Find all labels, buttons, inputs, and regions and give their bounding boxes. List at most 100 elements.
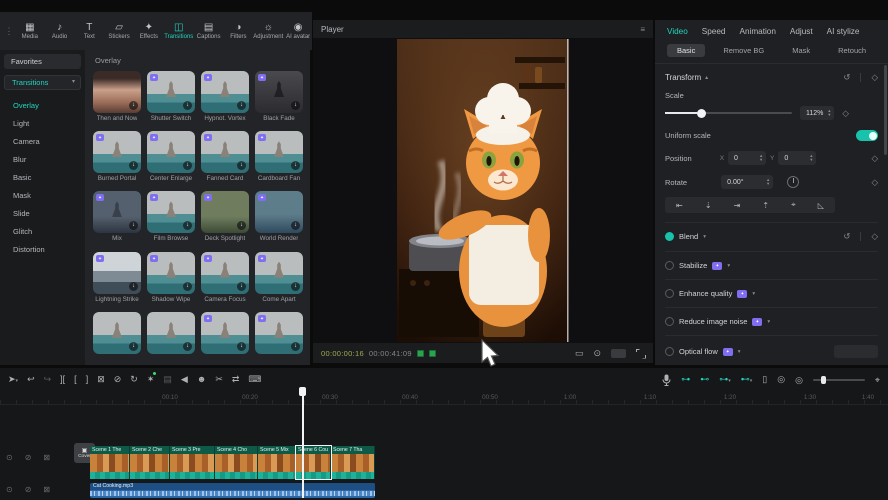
- timeline-tool-icon[interactable]: ▤: [163, 374, 172, 386]
- chevron-down-icon[interactable]: ▾: [738, 349, 741, 355]
- sidebar-item[interactable]: Camera: [4, 132, 81, 150]
- marker-icon[interactable]: [429, 350, 436, 357]
- transition-item[interactable]: ✦ ↓ Camera Focus: [201, 252, 249, 307]
- blend-enabled-icon[interactable]: [665, 232, 674, 241]
- timeline-zoom-slider[interactable]: [813, 379, 865, 381]
- keyframe-add-icon[interactable]: ◎: [795, 375, 803, 385]
- video-clip[interactable]: Scene 5 Mix: [258, 446, 296, 479]
- topbar-item[interactable]: ▦ Media: [16, 22, 44, 40]
- sidebar-item[interactable]: Basic: [4, 168, 81, 186]
- inspector-tab[interactable]: Speed: [702, 27, 726, 36]
- rotate-value-box[interactable]: 0.00° ▲▼: [721, 175, 773, 189]
- inspector-subtab[interactable]: Mask: [782, 44, 820, 57]
- keyframe-icon[interactable]: ◇: [871, 153, 878, 164]
- player-stage[interactable]: [313, 38, 653, 343]
- transition-thumbnail[interactable]: ✦ ↓: [147, 191, 195, 233]
- align-icon[interactable]: ⇣: [705, 201, 712, 210]
- video-clip[interactable]: Scene 4 Cho: [215, 446, 258, 479]
- download-icon[interactable]: ↓: [183, 342, 192, 351]
- mute-track-icon[interactable]: ⊘: [25, 453, 32, 462]
- checkbox[interactable]: [665, 289, 674, 298]
- checkbox[interactable]: [665, 347, 674, 356]
- player-menu-icon[interactable]: ≡: [640, 25, 645, 34]
- scale-slider-knob[interactable]: [697, 109, 706, 118]
- keyframe-icon[interactable]: ◇: [842, 108, 849, 119]
- chevron-down-icon[interactable]: ▾: [767, 319, 770, 325]
- download-icon[interactable]: ↓: [291, 221, 300, 230]
- transition-thumbnail[interactable]: ✦ ↓: [93, 312, 141, 354]
- video-clip[interactable]: Scene 3 Pre: [170, 446, 215, 479]
- transition-thumbnail[interactable]: ✦ ↓: [93, 191, 141, 233]
- timeline-tool-icon[interactable]: ][: [60, 374, 65, 386]
- scale-slider[interactable]: [665, 112, 792, 114]
- transition-item[interactable]: ✦ ↓ Then and Now: [93, 71, 141, 126]
- timeline-toggle-icon[interactable]: ◎: [777, 374, 785, 386]
- align-icon[interactable]: ⇥: [734, 201, 741, 210]
- timeline-toggle-icon[interactable]: ⊶: [681, 374, 690, 386]
- download-icon[interactable]: ↓: [237, 161, 246, 170]
- transition-thumbnail[interactable]: ✦ ↓: [201, 312, 249, 354]
- position-y-box[interactable]: 0 ▲▼: [778, 151, 816, 165]
- inspector-toggle-row[interactable]: Optical flow ✦ ▾: [665, 335, 878, 358]
- transition-thumbnail[interactable]: ✦ ↓: [255, 252, 303, 294]
- inspector-tab[interactable]: Adjust: [790, 27, 813, 36]
- position-x-box[interactable]: 0 ▲▼: [728, 151, 766, 165]
- download-icon[interactable]: ↓: [129, 221, 138, 230]
- app-menu-icon[interactable]: ⋮: [4, 26, 14, 37]
- download-icon[interactable]: ↓: [129, 282, 138, 291]
- sidebar-item[interactable]: Blur: [4, 150, 81, 168]
- timeline-tool-icon[interactable]: ✂: [215, 374, 223, 386]
- transition-item[interactable]: ✦ ↓: [201, 312, 249, 365]
- focus-icon[interactable]: ⊙: [593, 348, 601, 359]
- topbar-item[interactable]: ☼ Adjustment: [254, 22, 282, 40]
- transition-item[interactable]: ✦ ↓: [255, 312, 303, 365]
- blend-section[interactable]: Blend ▾ ↺ ◇: [665, 222, 878, 242]
- transition-thumbnail[interactable]: ✦ ↓: [255, 71, 303, 113]
- timeline-tool-icon[interactable]: ⇄: [232, 374, 240, 386]
- transition-item[interactable]: ✦ ↓ Shadow Wipe: [147, 252, 195, 307]
- timeline-tool-icon[interactable]: ⊘: [114, 374, 122, 386]
- sidebar-item[interactable]: Distortion: [4, 240, 81, 258]
- chevron-down-icon[interactable]: ▾: [703, 234, 706, 240]
- inspector-subtab[interactable]: Basic: [667, 44, 705, 57]
- transition-item[interactable]: ✦ ↓: [93, 312, 141, 365]
- scrollbar[interactable]: [884, 65, 887, 155]
- transition-thumbnail[interactable]: ✦ ↓: [93, 131, 141, 173]
- align-icon[interactable]: ⇤: [676, 201, 683, 210]
- topbar-item[interactable]: ▱ Stickers: [105, 22, 133, 40]
- align-icon[interactable]: ⇡: [762, 201, 769, 210]
- sidebar-item[interactable]: Overlay: [4, 96, 81, 114]
- mute-track-icon[interactable]: ⊘: [25, 485, 32, 494]
- ratio-icon[interactable]: ▭: [575, 348, 584, 359]
- chevron-down-icon[interactable]: ▾: [752, 291, 755, 297]
- transition-item[interactable]: ✦ ↓ World Render: [255, 191, 303, 246]
- sidebar-item[interactable]: Glitch: [4, 222, 81, 240]
- download-icon[interactable]: ↓: [183, 221, 192, 230]
- transition-thumbnail[interactable]: ✦ ↓: [93, 252, 141, 294]
- sidebar-item[interactable]: Light: [4, 114, 81, 132]
- category-dropdown[interactable]: Transitions ▾: [4, 75, 81, 90]
- transition-thumbnail[interactable]: ✦ ↓: [201, 191, 249, 233]
- timeline-tool-icon[interactable]: [: [74, 374, 77, 386]
- transition-thumbnail[interactable]: ✦ ↓: [255, 191, 303, 233]
- timeline-tool-icon[interactable]: ↻: [130, 374, 138, 386]
- sidebar-item[interactable]: Mask: [4, 186, 81, 204]
- timeline-tool-icon[interactable]: ◀: [181, 374, 188, 386]
- timeline-toggle-icon[interactable]: ▯: [762, 374, 767, 386]
- microphone-icon[interactable]: [662, 374, 671, 386]
- audio-clip[interactable]: Cat Cooking.mp3: [90, 483, 375, 498]
- stepper-icon[interactable]: ▲▼: [759, 154, 763, 162]
- download-icon[interactable]: ↓: [237, 282, 246, 291]
- timeline-toggle-icon[interactable]: ⊷: [700, 374, 709, 386]
- transition-thumbnail[interactable]: ✦ ↓: [147, 131, 195, 173]
- inspector-tab[interactable]: Video: [667, 27, 688, 36]
- timeline-tool-icon[interactable]: ⌨: [248, 374, 261, 386]
- transition-item[interactable]: ✦ ↓ Deck Spotlight: [201, 191, 249, 246]
- rotate-dial[interactable]: [787, 176, 799, 188]
- download-icon[interactable]: ↓: [291, 342, 300, 351]
- marker-icon[interactable]: [417, 350, 424, 357]
- keyframe-icon[interactable]: ◇: [871, 177, 878, 188]
- stepper-icon[interactable]: ▲▼: [809, 154, 813, 162]
- download-icon[interactable]: ↓: [237, 101, 246, 110]
- timeline-tool-icon[interactable]: ↩: [27, 374, 35, 386]
